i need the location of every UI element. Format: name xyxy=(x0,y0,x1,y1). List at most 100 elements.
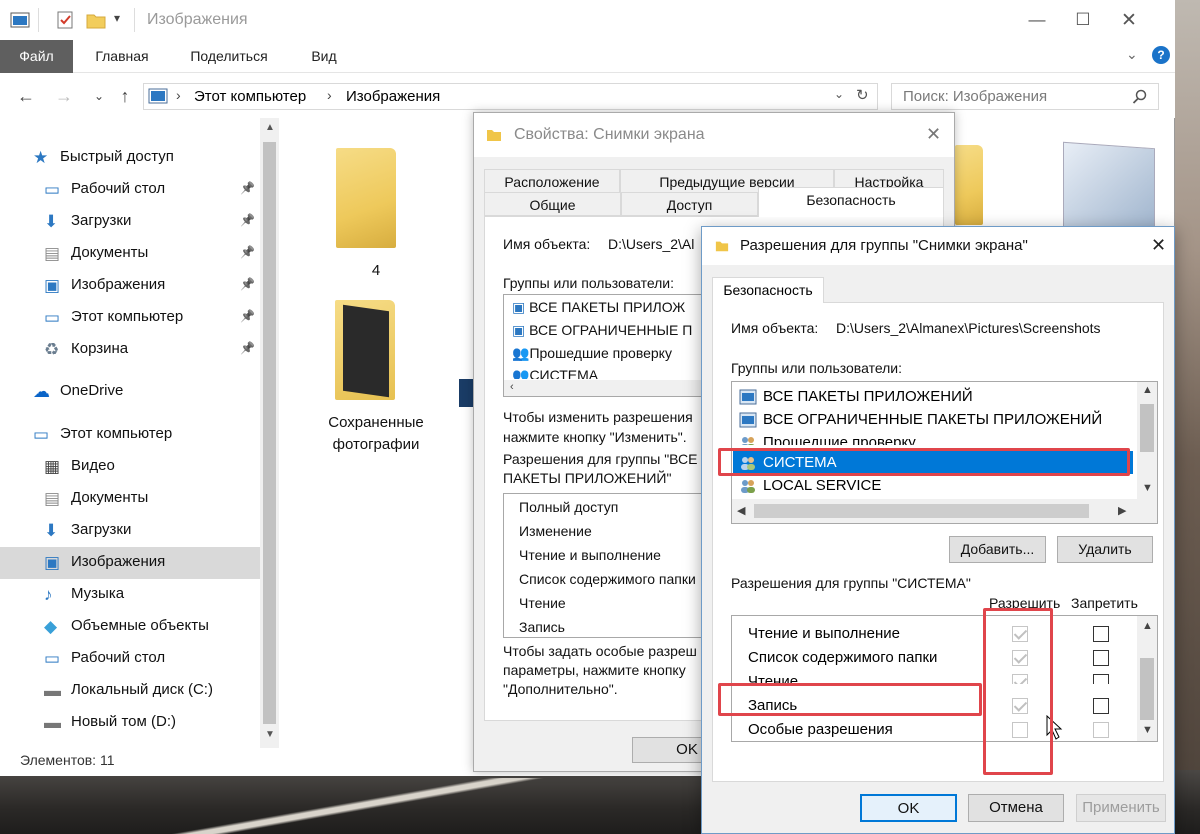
deny-checkbox[interactable] xyxy=(1093,650,1109,666)
refresh-icon[interactable]: ↻ xyxy=(856,86,869,104)
new-folder-quick-icon[interactable] xyxy=(86,10,106,30)
sidebar-item[interactable]: ▭ Этот компьютер xyxy=(0,419,260,451)
tab-view[interactable]: Вид xyxy=(298,40,350,73)
computer-icon: ▭ xyxy=(33,425,50,444)
scroll-up-icon[interactable]: ▲ xyxy=(1142,620,1153,632)
sidebar-item[interactable]: ▦ Видео xyxy=(0,451,260,483)
apply-button[interactable]: Применить xyxy=(1076,794,1166,822)
tab-security[interactable]: Безопасность xyxy=(758,187,944,217)
tab-security[interactable]: Безопасность xyxy=(712,277,824,303)
group-item[interactable]: ▣ ВСЕ ПАКЕТЫ ПРИЛОЖ xyxy=(512,299,685,316)
search-icon[interactable] xyxy=(1132,89,1148,105)
sidebar-item[interactable]: ▭ Рабочий стол xyxy=(0,643,260,675)
sidebar-item[interactable]: ▬ Новый том (D:) xyxy=(0,707,260,739)
forward-arrow-icon[interactable]: → xyxy=(53,85,75,107)
scrollbar-thumb[interactable] xyxy=(1140,404,1154,452)
pin-icon[interactable]: 📌 xyxy=(240,181,255,195)
remove-button[interactable]: Удалить xyxy=(1057,536,1153,563)
sidebar-item[interactable]: ▤ Документы 📌 xyxy=(0,238,260,270)
expand-ribbon-icon[interactable]: ⌄ xyxy=(1126,46,1138,63)
pin-icon[interactable]: 📌 xyxy=(240,245,255,259)
maximize-button[interactable]: ☐ xyxy=(1060,0,1106,40)
back-arrow-icon[interactable]: ← xyxy=(15,85,37,107)
deny-checkbox[interactable] xyxy=(1093,674,1109,684)
sidebar-item[interactable]: ⬇ Загрузки 📌 xyxy=(0,206,260,238)
recent-locations-icon[interactable]: ⌄ xyxy=(88,85,110,107)
folder-label[interactable]: 4 xyxy=(346,262,406,279)
scrollbar-thumb[interactable] xyxy=(1140,658,1154,720)
close-icon[interactable]: ✕ xyxy=(926,124,941,145)
customize-quick-access-icon[interactable]: ▾ xyxy=(114,11,120,25)
tab-general[interactable]: Общие xyxy=(484,192,621,216)
scroll-down-icon[interactable]: ▼ xyxy=(1142,724,1153,736)
tab-share[interactable]: Поделиться xyxy=(174,40,284,73)
tab-sharing[interactable]: Доступ xyxy=(621,192,758,216)
group-item[interactable]: ВСЕ ОГРАНИЧЕННЫЕ ПАКЕТЫ ПРИЛОЖЕНИЙ xyxy=(733,408,1134,431)
folder-icon[interactable] xyxy=(336,148,396,248)
scrollbar-thumb[interactable] xyxy=(754,504,1089,518)
deny-checkbox[interactable] xyxy=(1093,698,1109,714)
scroll-right-icon[interactable]: ▶ xyxy=(1118,504,1126,517)
scroll-down-icon[interactable]: ▼ xyxy=(1142,482,1153,494)
cancel-button[interactable]: Отмена xyxy=(968,794,1064,822)
pin-icon[interactable]: 📌 xyxy=(240,277,255,291)
scroll-down-icon[interactable]: ▼ xyxy=(265,729,275,740)
scroll-up-icon[interactable]: ▲ xyxy=(1142,384,1153,396)
folder-icon[interactable] xyxy=(955,145,983,225)
sidebar-item-label: Корзина xyxy=(71,340,129,357)
sidebar-item[interactable]: ▣ Изображения 📌 xyxy=(0,270,260,302)
sidebar-item[interactable]: ☁ OneDrive xyxy=(0,376,260,408)
folder-icon[interactable] xyxy=(335,300,395,400)
permissions-title: Разрешения для группы "Снимки экрана" xyxy=(740,237,1028,254)
sidebar-item[interactable]: ♻ Корзина 📌 xyxy=(0,334,260,366)
up-arrow-icon[interactable]: ↑ xyxy=(114,85,136,107)
ok-button[interactable]: OK xyxy=(860,794,957,822)
group-item[interactable]: LOCAL SERVICE xyxy=(733,474,1134,497)
sidebar-item[interactable]: ★ Быстрый доступ xyxy=(0,142,260,174)
breadcrumb-this-pc[interactable]: Этот компьютер xyxy=(194,88,306,105)
close-button[interactable]: ✕ xyxy=(1106,0,1152,40)
deny-checkbox[interactable] xyxy=(1093,626,1109,642)
vertical-scrollbar[interactable]: ▲ ▼ xyxy=(1137,616,1157,741)
tab-location[interactable]: Расположение xyxy=(484,169,620,193)
vertical-scrollbar[interactable]: ▲ ▼ xyxy=(1137,382,1157,523)
properties-quick-icon[interactable] xyxy=(55,10,75,30)
sidebar-item[interactable]: ▣ Изображения xyxy=(0,547,260,579)
sidebar-item[interactable]: ♪ Музыка xyxy=(0,579,260,611)
scroll-up-icon[interactable]: ▲ xyxy=(265,122,275,133)
close-icon[interactable]: ✕ xyxy=(1151,235,1166,256)
sidebar-item[interactable]: ▤ Документы xyxy=(0,483,260,515)
sidebar-item[interactable]: ◆ Объемные объекты xyxy=(0,611,260,643)
folder-label-line1[interactable]: Сохраненные xyxy=(316,414,436,431)
tab-home[interactable]: Главная xyxy=(80,40,164,73)
pictures-icon xyxy=(148,88,168,104)
group-item[interactable]: 👥СИСТЕМА xyxy=(512,367,598,379)
group-item[interactable]: ▣ ВСЕ ОГРАНИЧЕННЫЕ П xyxy=(512,322,692,339)
address-bar[interactable]: › Этот компьютер › Изображения ⌄ ↻ xyxy=(143,83,878,110)
sidebar-item[interactable]: ▭ Этот компьютер 📌 xyxy=(0,302,260,334)
add-button[interactable]: Добавить... xyxy=(949,536,1046,563)
pin-icon[interactable]: 📌 xyxy=(240,309,255,323)
address-dropdown-icon[interactable]: ⌄ xyxy=(834,87,844,101)
help-icon[interactable]: ? xyxy=(1152,46,1170,64)
group-item[interactable]: Прошедшие проверку xyxy=(733,431,1134,445)
special-hint-line2: параметры, нажмите кнопку xyxy=(503,662,686,678)
pin-icon[interactable]: 📌 xyxy=(240,213,255,227)
search-input[interactable]: Поиск: Изображения xyxy=(891,83,1159,110)
tab-file[interactable]: Файл xyxy=(0,40,73,73)
scroll-left-icon[interactable]: ◀ xyxy=(737,504,745,517)
navigation-pane-scrollbar[interactable]: ▲ ▼ xyxy=(260,118,279,748)
deny-checkbox[interactable] xyxy=(1093,722,1109,738)
scroll-left-icon[interactable]: ‹ xyxy=(510,381,514,393)
sidebar-item[interactable]: ⬇ Загрузки xyxy=(0,515,260,547)
minimize-button[interactable]: — xyxy=(1014,0,1060,40)
horizontal-scrollbar[interactable]: ◀ ▶ xyxy=(732,499,1137,523)
pin-icon[interactable]: 📌 xyxy=(240,341,255,355)
sidebar-item[interactable]: ▭ Рабочий стол 📌 xyxy=(0,174,260,206)
group-item[interactable]: 👥Прошедшие проверку xyxy=(512,345,672,362)
breadcrumb-pictures[interactable]: Изображения xyxy=(346,88,440,105)
sidebar-item[interactable]: ▬ Локальный диск (C:) xyxy=(0,675,260,707)
scrollbar-thumb[interactable] xyxy=(263,142,276,724)
group-item[interactable]: ВСЕ ПАКЕТЫ ПРИЛОЖЕНИЙ xyxy=(733,385,1134,408)
folder-label-line2[interactable]: фотографии xyxy=(316,436,436,453)
